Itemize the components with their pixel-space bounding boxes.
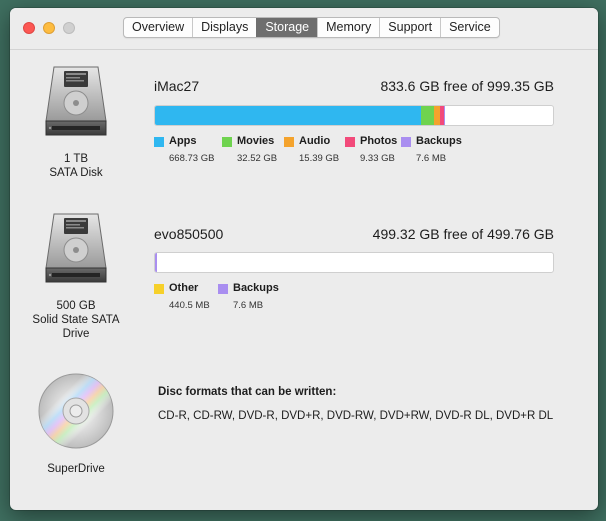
- legend-size: 15.39 GB: [299, 153, 340, 164]
- legend-name: Other: [169, 282, 199, 294]
- tab-service[interactable]: Service: [440, 18, 499, 37]
- storage-content: 1 TB SATA Disk iMac27 833.6 GB free of 9…: [10, 51, 598, 510]
- legend-swatch: [218, 284, 228, 294]
- storage-usage-bar: [154, 252, 554, 273]
- legend-size: 440.5 MB: [169, 300, 210, 311]
- legend-size: 668.73 GB: [169, 153, 215, 164]
- superdrive-label: SuperDrive: [47, 463, 105, 475]
- legend-swatch: [154, 284, 164, 294]
- disc-formats-list: CD-R, CD-RW, DVD-R, DVD+R, DVD-RW, DVD+R…: [158, 410, 554, 422]
- close-button[interactable]: [23, 22, 35, 34]
- drive-type: Solid State SATA: [32, 314, 120, 326]
- volume-free-space: 833.6 GB free of 999.35 GB: [380, 78, 554, 94]
- volume-name: iMac27: [154, 78, 200, 94]
- optical-disc-icon: [38, 373, 114, 449]
- drive-type: SATA Disk: [49, 167, 103, 179]
- bar-segment-apps: [155, 106, 421, 125]
- volume-free-space: 499.32 GB free of 499.76 GB: [372, 226, 554, 242]
- volume-name: evo850500: [154, 226, 224, 242]
- storage-usage-bar: [154, 105, 554, 126]
- tab-storage[interactable]: Storage: [256, 18, 318, 37]
- legend-name: Backups: [233, 282, 279, 294]
- drive-capacity: 500 GB: [56, 300, 96, 312]
- bar-segment-movies: [421, 106, 434, 125]
- drive-type-continued: Drive: [62, 328, 90, 340]
- hard-disk-icon: [45, 66, 107, 136]
- storage-window: Overview Displays Storage Memory Support…: [10, 8, 598, 510]
- tab-support[interactable]: Support: [379, 18, 440, 37]
- tab-overview[interactable]: Overview: [124, 18, 192, 37]
- disc-formats-heading: Disc formats that can be written:: [158, 386, 337, 398]
- legend-swatch: [154, 137, 164, 147]
- drive-capacity: 1 TB: [63, 153, 89, 165]
- legend-name: Backups: [416, 135, 462, 147]
- legend-name: Audio: [299, 135, 331, 147]
- hard-disk-icon: [45, 213, 107, 283]
- tab-memory[interactable]: Memory: [317, 18, 379, 37]
- legend-swatch: [345, 137, 355, 147]
- bar-segment-other: [155, 253, 157, 272]
- tab-displays[interactable]: Displays: [192, 18, 256, 37]
- legend-name: Photos: [360, 135, 398, 147]
- drive-label: 1 TB SATA Disk: [26, 152, 126, 180]
- legend-size: 7.6 MB: [233, 300, 264, 311]
- bar-segment-backups: [444, 106, 445, 125]
- minimize-button[interactable]: [43, 22, 55, 34]
- drive-label: 500 GB Solid State SATA Drive: [20, 299, 132, 341]
- legend-size: 9.33 GB: [360, 153, 395, 164]
- legend-swatch: [284, 137, 294, 147]
- legend-swatch: [222, 137, 232, 147]
- legend-name: Movies: [237, 135, 275, 147]
- legend-swatch: [401, 137, 411, 147]
- legend-size: 32.52 GB: [237, 153, 278, 164]
- tab-bar: Overview Displays Storage Memory Support…: [123, 17, 500, 38]
- legend-name: Apps: [169, 135, 197, 147]
- legend-size: 7.6 MB: [416, 153, 447, 164]
- titlebar: Overview Displays Storage Memory Support…: [10, 8, 598, 50]
- zoom-button[interactable]: [63, 22, 75, 34]
